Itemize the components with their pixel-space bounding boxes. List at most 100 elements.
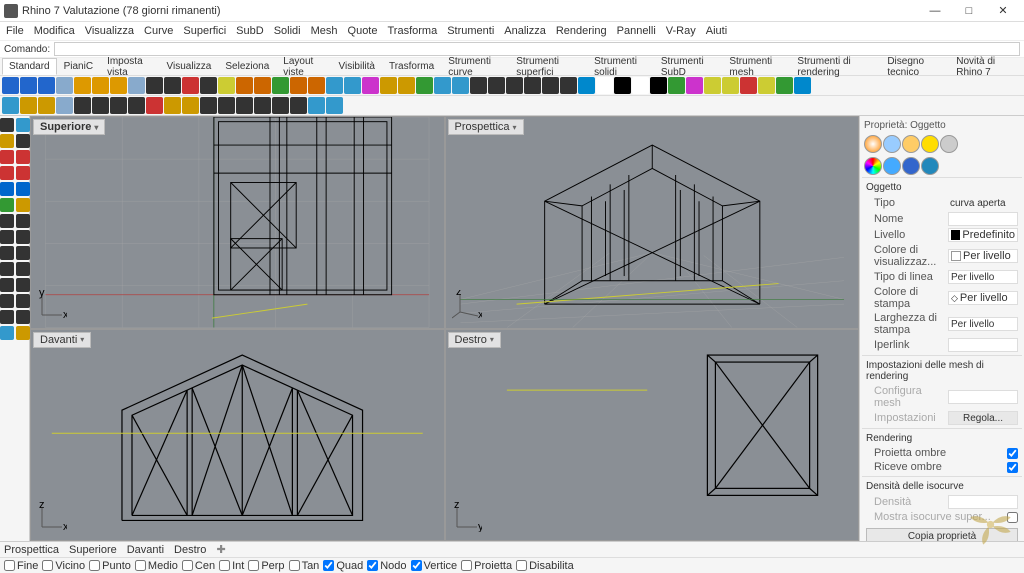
toolbar-tab[interactable]: Standard xyxy=(2,58,57,75)
tool-button[interactable] xyxy=(596,77,613,94)
viewport-tab[interactable]: Prospettica xyxy=(4,544,59,556)
maximize-button[interactable]: □ xyxy=(952,1,986,21)
side-tool-button[interactable] xyxy=(16,118,30,132)
tool-button[interactable] xyxy=(344,77,361,94)
vray-icon[interactable] xyxy=(902,157,920,175)
osnap-fine[interactable]: Fine xyxy=(4,560,38,572)
tool-button[interactable] xyxy=(704,77,721,94)
tool-button[interactable] xyxy=(542,77,559,94)
side-tool-button[interactable] xyxy=(0,166,14,180)
tool-button[interactable] xyxy=(2,97,19,114)
viewport-perspective[interactable]: Prospettica▾ xyxy=(446,117,859,328)
side-tool-button[interactable] xyxy=(0,198,14,212)
tool-button[interactable] xyxy=(668,77,685,94)
tool-button[interactable] xyxy=(218,97,235,114)
tool-button[interactable] xyxy=(794,77,811,94)
receive-shadows-checkbox[interactable] xyxy=(1007,462,1018,473)
tool-button[interactable] xyxy=(110,77,127,94)
tool-button[interactable] xyxy=(56,97,73,114)
viewport-title-right[interactable]: Destro▾ xyxy=(448,332,501,348)
prop-name-input[interactable] xyxy=(948,212,1018,226)
viewport-right[interactable]: Destro▾ yz xyxy=(446,330,859,541)
menu-quote[interactable]: Quote xyxy=(348,25,378,37)
toolbar-tab[interactable]: PianiC xyxy=(57,58,100,75)
tool-button[interactable] xyxy=(506,77,523,94)
tool-button[interactable] xyxy=(254,77,271,94)
toolbar-tab[interactable]: Novità di Rhino 7 xyxy=(949,53,1022,81)
tool-button[interactable] xyxy=(758,77,775,94)
tool-button[interactable] xyxy=(20,77,37,94)
menu-rendering[interactable]: Rendering xyxy=(556,25,607,37)
side-tool-button[interactable] xyxy=(16,262,30,276)
object-props-icon[interactable] xyxy=(864,157,882,175)
tool-button[interactable] xyxy=(524,77,541,94)
tool-button[interactable] xyxy=(200,77,217,94)
tool-button[interactable] xyxy=(362,77,379,94)
help-tab-icon[interactable] xyxy=(940,135,958,153)
menu-analizza[interactable]: Analizza xyxy=(504,25,546,37)
side-tool-button[interactable] xyxy=(16,166,30,180)
tool-button[interactable] xyxy=(218,77,235,94)
viewport-tab[interactable]: Superiore xyxy=(69,544,117,556)
side-tool-button[interactable] xyxy=(16,230,30,244)
prop-linetype-select[interactable]: Per livello xyxy=(948,270,1018,284)
side-tool-button[interactable] xyxy=(16,182,30,196)
menu-subd[interactable]: SubD xyxy=(236,25,264,37)
toolbar-tab[interactable]: Visibilità xyxy=(331,58,382,75)
menu-superfici[interactable]: Superfici xyxy=(183,25,226,37)
tool-button[interactable] xyxy=(128,77,145,94)
tool-button[interactable] xyxy=(470,77,487,94)
tool-button[interactable] xyxy=(416,77,433,94)
viewport-top[interactable]: Superiore▾ xyxy=(31,117,444,328)
viewport-title-perspective[interactable]: Prospettica▾ xyxy=(448,119,524,135)
tool-button[interactable] xyxy=(308,97,325,114)
side-tool-button[interactable] xyxy=(16,278,30,292)
tool-button[interactable] xyxy=(74,77,91,94)
tool-button[interactable] xyxy=(578,77,595,94)
menu-strumenti[interactable]: Strumenti xyxy=(447,25,494,37)
menu-trasforma[interactable]: Trasforma xyxy=(387,25,437,37)
osnap-tan[interactable]: Tan xyxy=(289,560,320,572)
menu-aiuti[interactable]: Aiuti xyxy=(706,25,727,37)
menu-v-ray[interactable]: V-Ray xyxy=(666,25,696,37)
tool-button[interactable] xyxy=(452,77,469,94)
tool-button[interactable] xyxy=(164,97,181,114)
light-tab-icon[interactable] xyxy=(921,135,939,153)
tool-button[interactable] xyxy=(236,97,253,114)
side-tool-button[interactable] xyxy=(0,246,14,260)
tool-button[interactable] xyxy=(686,77,703,94)
side-tool-button[interactable] xyxy=(16,310,30,324)
side-tool-button[interactable] xyxy=(0,278,14,292)
tool-button[interactable] xyxy=(722,77,739,94)
tool-button[interactable] xyxy=(20,97,37,114)
tool-button[interactable] xyxy=(74,97,91,114)
tool-button[interactable] xyxy=(38,97,55,114)
osnap-disabilita[interactable]: Disabilita xyxy=(516,560,574,572)
dropdown-icon[interactable]: ▾ xyxy=(80,335,84,344)
tool-button[interactable] xyxy=(56,77,73,94)
side-tool-button[interactable] xyxy=(16,326,30,340)
toolbar-tab[interactable]: Trasforma xyxy=(382,58,441,75)
osnap-medio[interactable]: Medio xyxy=(135,560,178,572)
prop-displaycolor-select[interactable]: Per livello xyxy=(948,249,1018,263)
tool-button[interactable] xyxy=(290,77,307,94)
side-tool-button[interactable] xyxy=(16,198,30,212)
tool-button[interactable] xyxy=(650,77,667,94)
tool-button[interactable] xyxy=(614,77,631,94)
render-icon[interactable] xyxy=(921,157,939,175)
menu-visualizza[interactable]: Visualizza xyxy=(85,25,134,37)
side-tool-button[interactable] xyxy=(16,214,30,228)
tool-button[interactable] xyxy=(326,97,343,114)
osnap-int[interactable]: Int xyxy=(219,560,244,572)
toolbar-tab[interactable]: Seleziona xyxy=(218,58,276,75)
side-tool-button[interactable] xyxy=(0,310,14,324)
tool-button[interactable] xyxy=(272,77,289,94)
osnap-perp[interactable]: Perp xyxy=(248,560,284,572)
tool-button[interactable] xyxy=(560,77,577,94)
mesh-adjust-button[interactable]: Regola... xyxy=(948,411,1018,425)
tool-button[interactable] xyxy=(146,77,163,94)
tool-button[interactable] xyxy=(164,77,181,94)
tool-button[interactable] xyxy=(632,77,649,94)
tool-button[interactable] xyxy=(380,77,397,94)
add-viewport-icon[interactable]: ✚ xyxy=(216,543,225,556)
